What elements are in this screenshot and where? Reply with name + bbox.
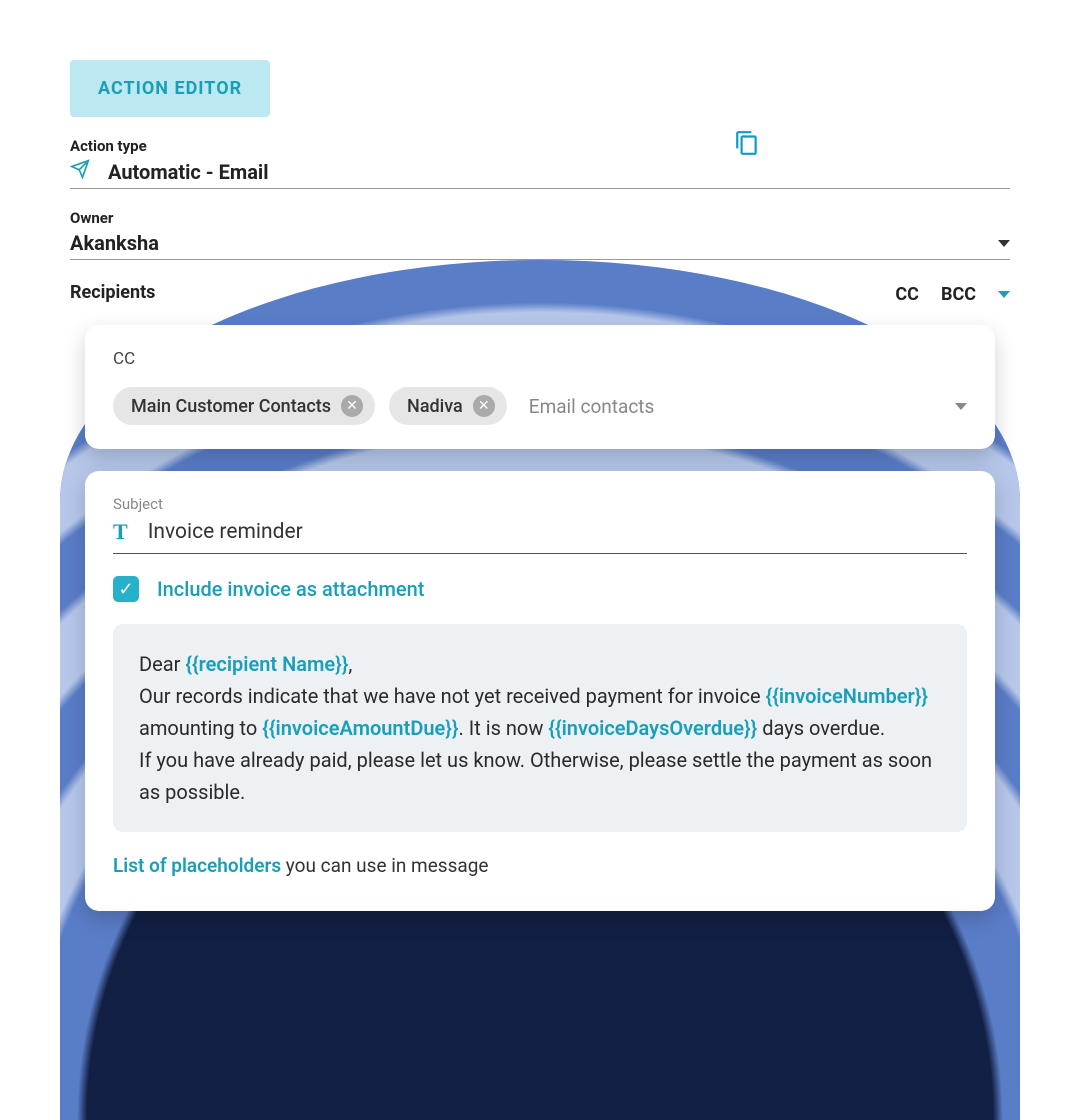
remove-chip-icon[interactable]: ✕ [473,395,495,417]
placeholders-note-rest: you can use in message [281,854,488,877]
copy-icon[interactable] [734,130,760,162]
cc-input[interactable]: Email contacts [521,395,941,418]
owner-select[interactable]: Akanksha [70,231,1010,260]
action-type-value: Automatic - Email [108,160,1010,184]
subject-input[interactable]: T Invoice reminder [113,519,967,554]
include-attachment-label: Include invoice as attachment [157,577,424,601]
action-type-label: Action type [70,137,1010,155]
owner-label: Owner [70,209,1010,227]
owner-value: Akanksha [70,231,998,255]
placeholders-note: List of placeholders you can use in mess… [113,854,967,877]
cc-chip[interactable]: Nadiva ✕ [389,387,507,425]
cc-chip[interactable]: Main Customer Contacts ✕ [113,387,375,425]
cc-toggle[interactable]: CC [895,284,919,305]
action-type-select[interactable]: Automatic - Email [70,159,1010,189]
cc-card: CC Main Customer Contacts ✕ Nadiva ✕ Ema… [85,325,995,449]
chevron-down-icon[interactable] [955,403,967,410]
action-editor-badge: ACTION EDITOR [70,60,270,117]
cc-chip-label: Nadiva [407,396,463,417]
email-body-card: Subject T Invoice reminder ✓ Include inv… [85,471,995,911]
remove-chip-icon[interactable]: ✕ [341,395,363,417]
recipients-expand[interactable] [998,291,1010,298]
cc-card-title: CC [113,349,967,369]
text-icon: T [113,519,128,545]
message-editor[interactable]: Dear {{recipient Name}},Our records indi… [113,624,967,832]
chevron-down-icon [998,240,1010,247]
bcc-toggle[interactable]: BCC [941,284,976,305]
cc-chip-label: Main Customer Contacts [131,396,331,417]
send-icon [70,159,90,184]
include-attachment-checkbox[interactable]: ✓ [113,576,139,602]
recipients-label: Recipients [70,282,895,303]
placeholders-link[interactable]: List of placeholders [113,854,281,877]
subject-value: Invoice reminder [148,520,303,544]
subject-label: Subject [113,495,967,513]
